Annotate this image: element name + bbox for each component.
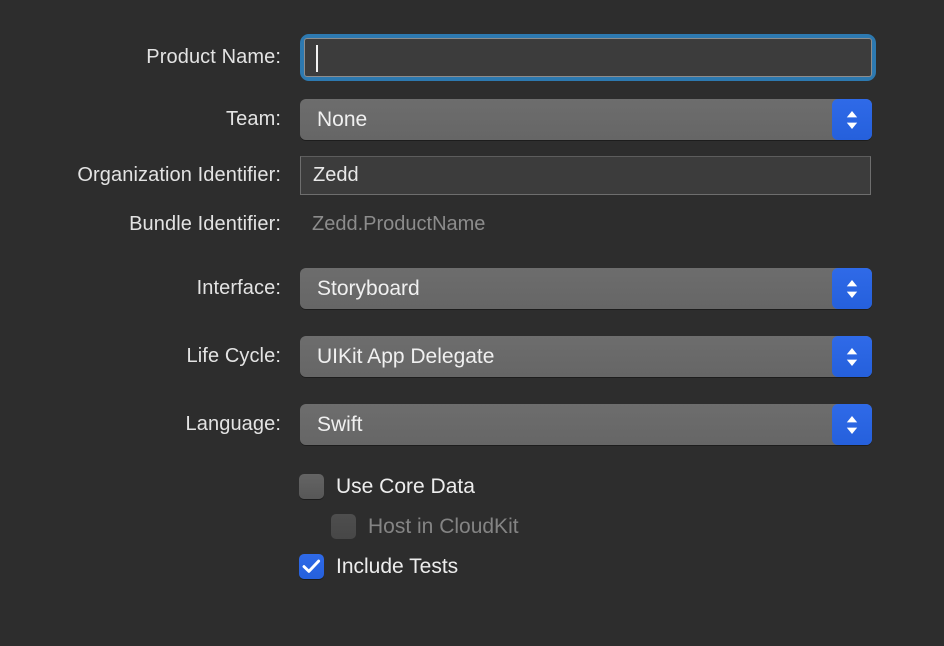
language-control: Swift	[300, 404, 872, 445]
language-label: Language:	[185, 413, 281, 435]
checkmark-icon	[302, 559, 321, 573]
language-value: Swift	[317, 412, 363, 436]
use-core-data-label: Use Core Data	[336, 474, 475, 498]
text-caret	[316, 45, 318, 72]
organization-identifier-label: Organization Identifier:	[77, 164, 281, 186]
life-cycle-value: UIKit App Delegate	[317, 344, 495, 368]
life-cycle-label: Life Cycle:	[186, 345, 281, 367]
organization-identifier-input[interactable]: Zedd	[300, 156, 871, 195]
bundle-identifier-label: Bundle Identifier:	[129, 213, 281, 235]
bundle-identifier-control: Zedd.ProductName	[300, 213, 485, 236]
host-in-cloudkit-label: Host in CloudKit	[368, 514, 519, 538]
bundle-identifier-row: Bundle Identifier: Zedd.ProductName	[0, 213, 944, 236]
life-cycle-chevron-updown-icon[interactable]	[832, 336, 872, 377]
language-row: Language: Swift	[0, 404, 944, 445]
product-name-input-inner	[304, 38, 872, 77]
product-name-row: Product Name:	[0, 34, 944, 81]
team-row: Team: None	[0, 99, 944, 140]
include-tests-checkbox-row[interactable]: Include Tests	[299, 554, 458, 579]
life-cycle-popup-button[interactable]: UIKit App Delegate	[300, 336, 872, 377]
include-tests-label: Include Tests	[336, 554, 459, 578]
life-cycle-row: Life Cycle: UIKit App Delegate	[0, 336, 944, 377]
host-in-cloudkit-checkbox-row: Host in CloudKit	[331, 514, 519, 539]
new-project-options-sheet: Product Name: Team: None Organization Id…	[0, 0, 944, 646]
life-cycle-control: UIKit App Delegate	[300, 336, 872, 377]
use-core-data-checkbox[interactable]	[299, 474, 324, 499]
product-name-label: Product Name:	[146, 46, 281, 68]
interface-label: Interface:	[196, 277, 281, 299]
organization-identifier-control: Zedd	[300, 156, 871, 195]
team-value: None	[317, 107, 368, 131]
language-popup-button[interactable]: Swift	[300, 404, 872, 445]
product-name-control	[300, 34, 876, 81]
team-label: Team:	[226, 108, 281, 130]
team-popup-button[interactable]: None	[300, 99, 872, 140]
organization-identifier-row: Organization Identifier: Zedd	[0, 156, 944, 195]
product-name-input[interactable]	[300, 34, 876, 81]
interface-popup-button[interactable]: Storyboard	[300, 268, 872, 309]
bundle-identifier-value: Zedd.ProductName	[312, 213, 486, 235]
include-tests-checkbox[interactable]	[299, 554, 324, 579]
interface-row: Interface: Storyboard	[0, 268, 944, 309]
host-in-cloudkit-checkbox	[331, 514, 356, 539]
team-chevron-updown-icon[interactable]	[832, 99, 872, 140]
interface-value: Storyboard	[317, 276, 420, 300]
language-chevron-updown-icon[interactable]	[832, 404, 872, 445]
use-core-data-checkbox-row[interactable]: Use Core Data	[299, 474, 475, 499]
interface-chevron-updown-icon[interactable]	[832, 268, 872, 309]
interface-control: Storyboard	[300, 268, 872, 309]
team-control: None	[300, 99, 872, 140]
